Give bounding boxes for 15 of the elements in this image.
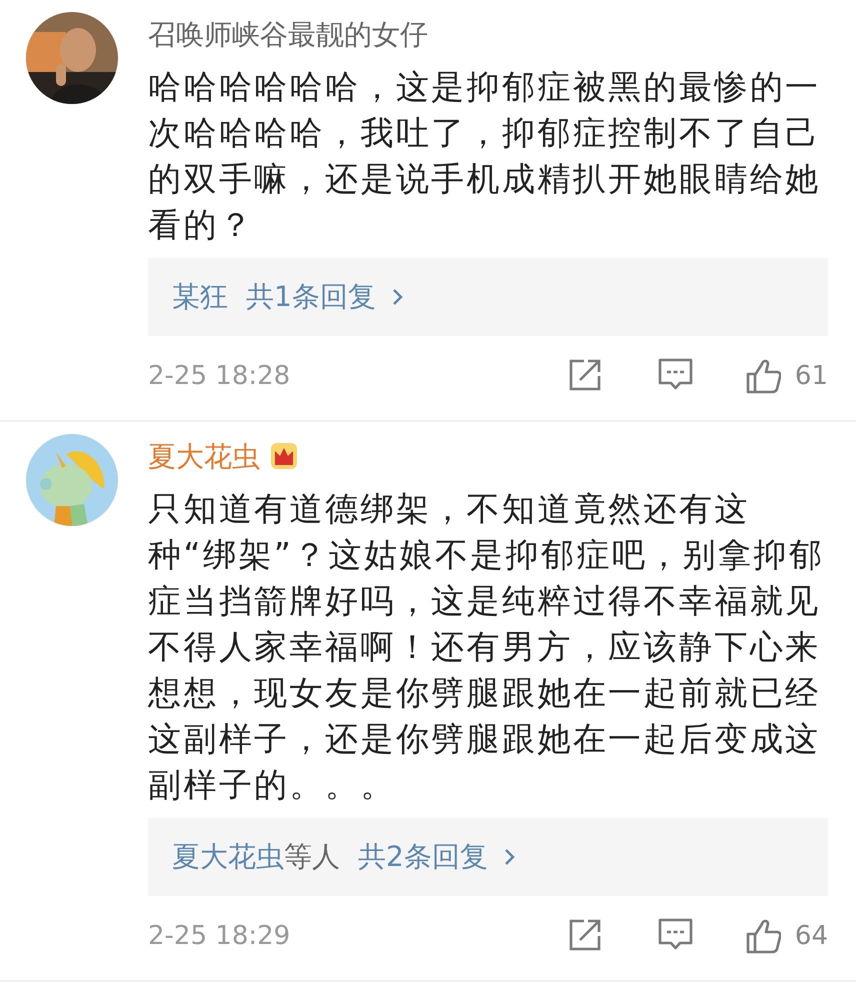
comment-text: 只知道有道德绑架，不知道竟然还有这种“绑架”？这姑娘不是抑郁症吧，别拿抑郁症当挡箭牌好吗，这是纯粹过得不幸福就见不得人家幸福啊！还有男方，应该静下心来想想，现女友是你劈腿跟她在一起前就已经这副样子，还是你劈腿跟她在一起后变成这副样子的。。。 (148, 488, 826, 806)
thumbs-up-icon[interactable] (746, 358, 781, 394)
replies-link[interactable]: 某狂 共1条回复 (148, 258, 828, 336)
like-count: 61 (794, 361, 828, 391)
username[interactable]: 夏大花虫 (148, 438, 260, 476)
comment-text: 哈哈哈哈哈哈，这是抑郁症被黑的最惨的一次哈哈哈哈，我吐了，抑郁症控制不了自己的双手嘛，还是说手机成精扒开她眼睛给她看的？ (148, 66, 822, 246)
timestamp: 2-25 18:28 (148, 361, 290, 391)
thumbs-up-icon[interactable] (746, 918, 781, 954)
chevron-right-icon (504, 848, 516, 866)
username[interactable]: 召唤师峡谷最靓的女仔 (148, 16, 428, 54)
timestamp: 2-25 18:29 (148, 921, 290, 951)
replies-link[interactable]: 夏大花虫等人 共2条回复 (148, 818, 828, 896)
chevron-right-icon (392, 288, 404, 306)
crown-icon (270, 442, 300, 472)
like-count: 64 (794, 921, 828, 951)
